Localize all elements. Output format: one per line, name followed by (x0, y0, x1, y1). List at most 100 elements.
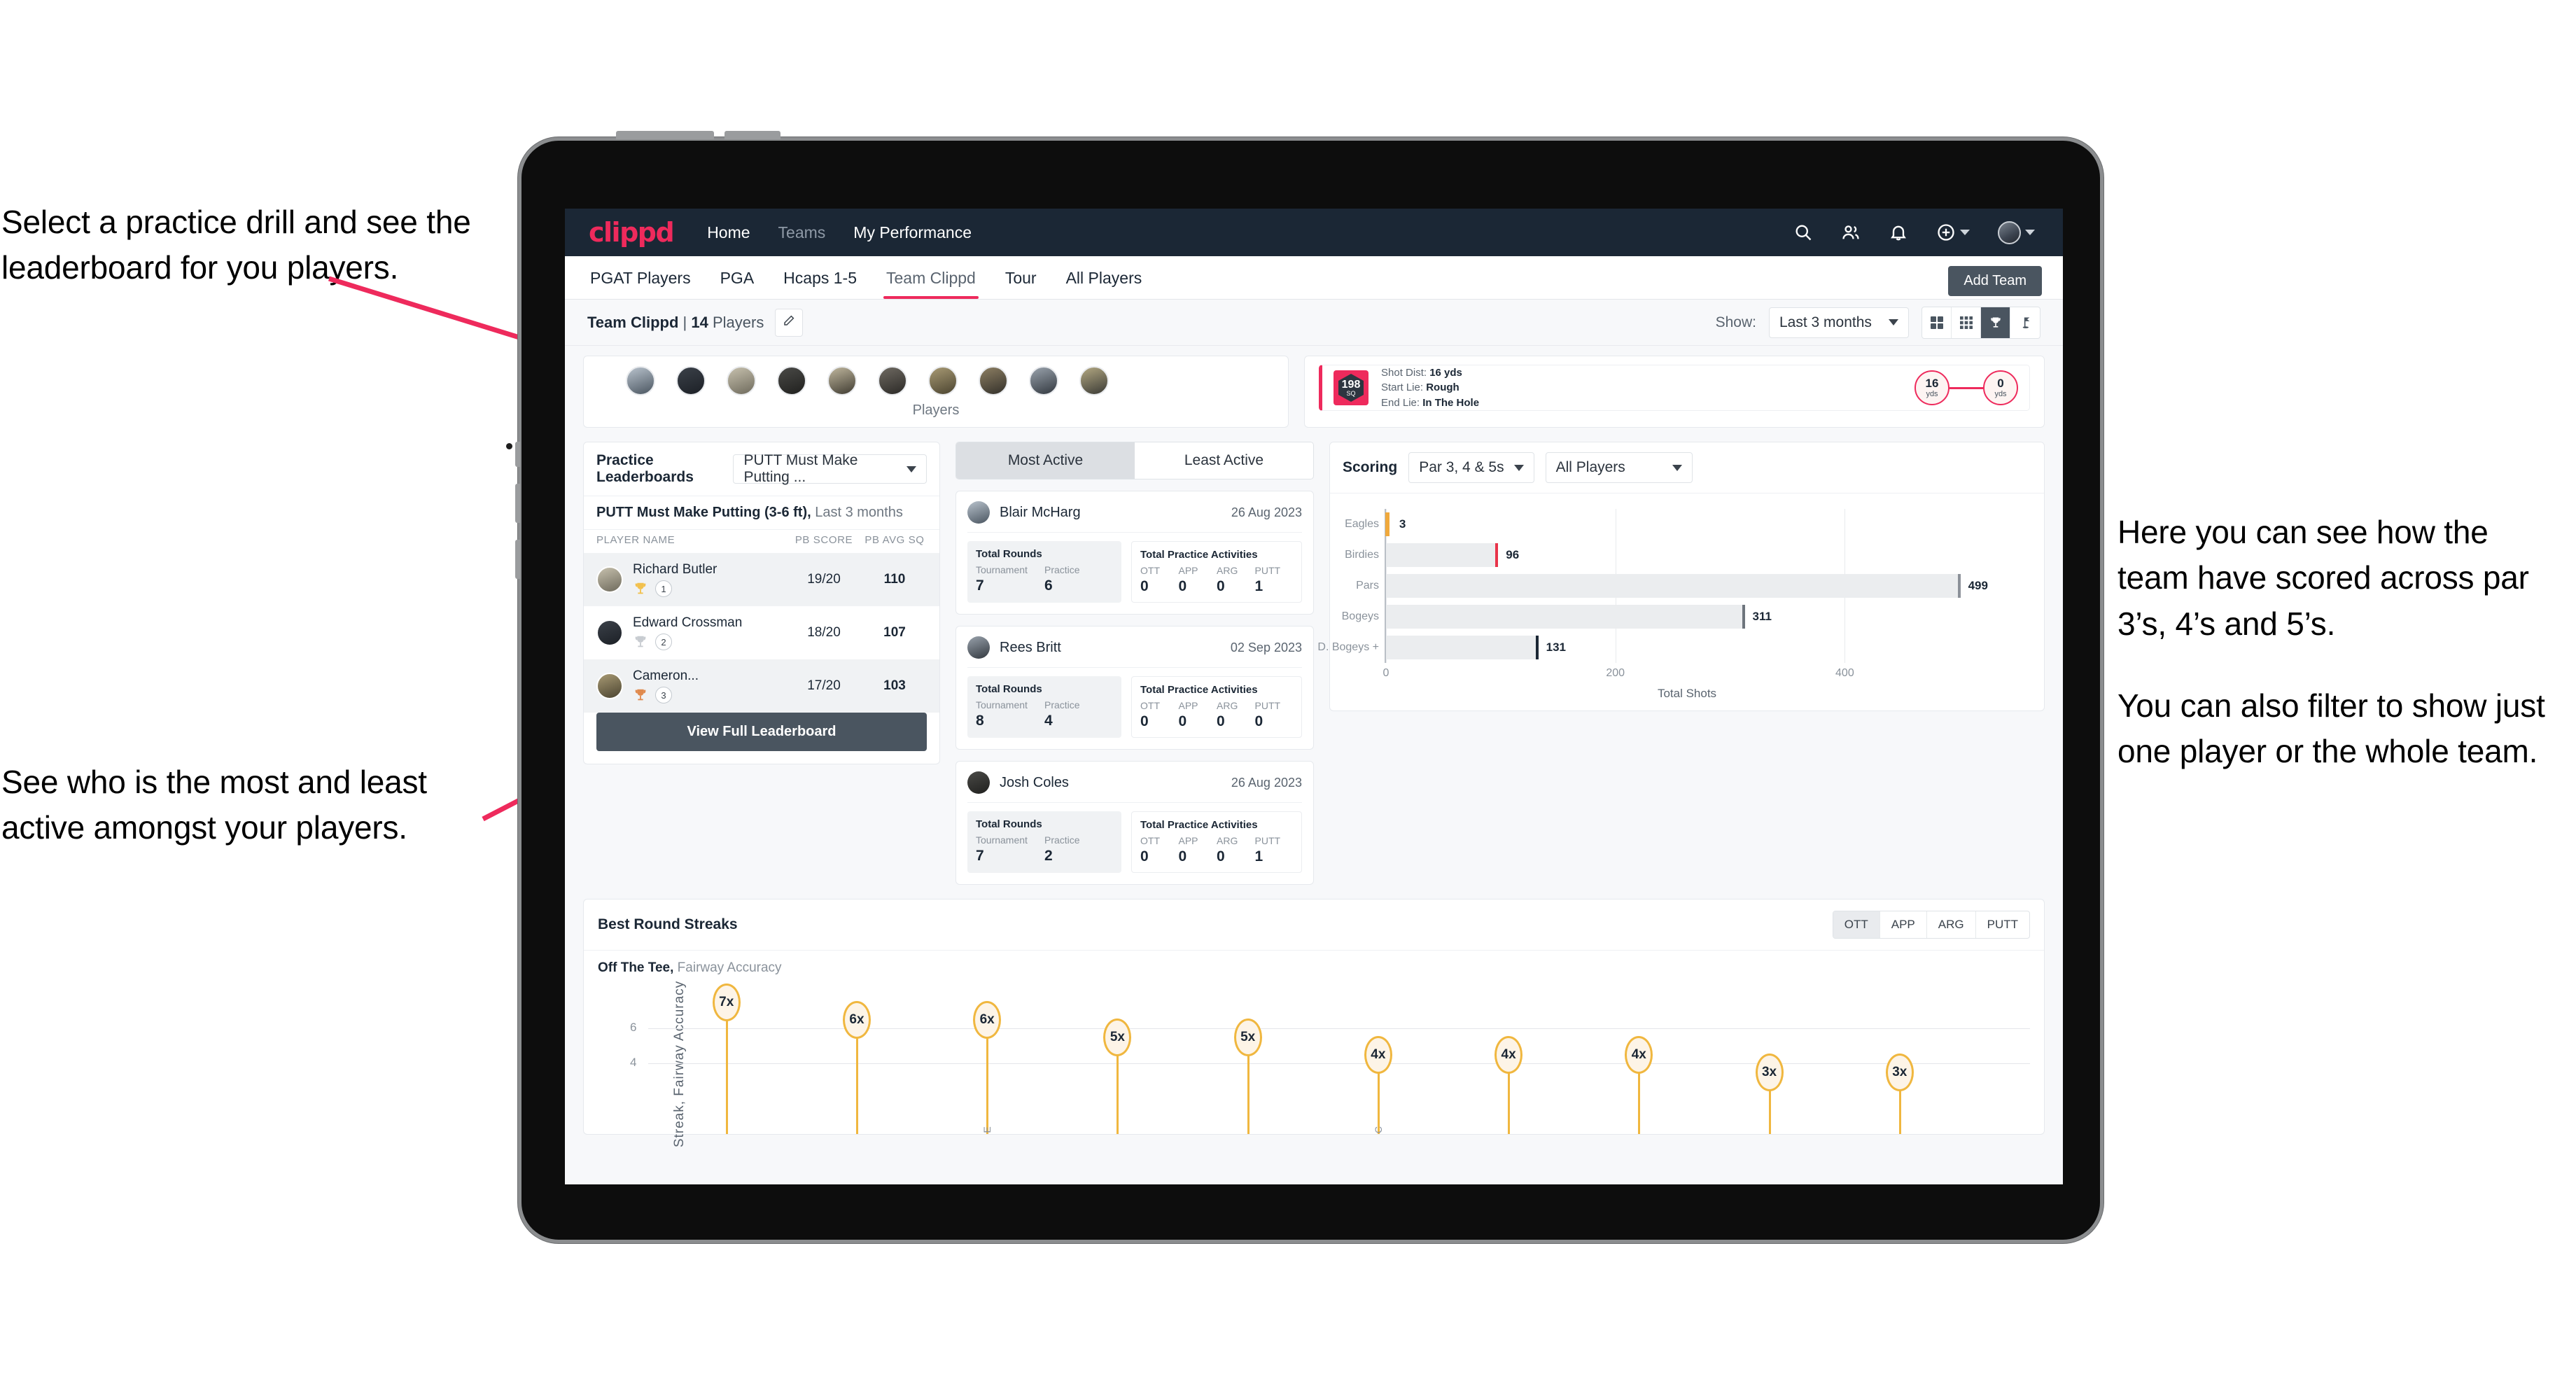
plus-circle-icon[interactable] (1936, 223, 1956, 242)
shot-start-distance: 16 yds (1914, 370, 1949, 405)
rounds-values: Tournament 7 Practice 6 (976, 564, 1113, 594)
grid-small-icon[interactable] (1952, 307, 1981, 338)
table-row[interactable]: Cameron... 3 17/20 103 (584, 659, 939, 713)
list-item[interactable]: Blair McHarg 26 Aug 2023 Total Rounds To… (955, 491, 1314, 615)
practice-arg: ARG 0 (1217, 835, 1255, 865)
bar-cap (1385, 512, 1390, 536)
tab-all-players[interactable]: All Players (1063, 256, 1145, 299)
trophy-icon[interactable] (1981, 307, 2010, 338)
tab-most-active[interactable]: Most Active (956, 442, 1135, 479)
practice-app-label: APP (1178, 835, 1198, 846)
streak-value-bubble: 4x (1625, 1036, 1653, 1074)
streak-value-bubble: 3x (1885, 1054, 1914, 1091)
people-icon[interactable] (1841, 223, 1861, 242)
practice-activities-title: Total Practice Activities (1140, 549, 1258, 561)
add-team-button[interactable]: Add Team (1948, 266, 2042, 296)
date-range-select[interactable]: Last 3 months (1769, 307, 1909, 338)
avatar[interactable] (827, 366, 857, 396)
avatar[interactable] (626, 366, 655, 396)
streaks-sub-light: Fairway Accuracy (677, 960, 782, 975)
start-lie-label: Start Lie: (1381, 382, 1424, 394)
toggle-app[interactable]: APP (1880, 911, 1927, 938)
rounds-practice: Practice 2 (1044, 834, 1113, 864)
practice-arg-value: 0 (1217, 578, 1225, 594)
bar-cap (1742, 605, 1745, 629)
bell-icon[interactable] (1889, 223, 1908, 242)
par-filter-select[interactable]: Par 3, 4 & 5s (1408, 452, 1534, 483)
scoring-bar-chart: 0 200 400 Eagles 3 Birdies 96 Pars 499 Bogeys 311 D… (1317, 509, 1988, 679)
total-rounds-box: Total Rounds Tournament 7 Practice 2 (967, 811, 1121, 873)
tab-pga[interactable]: PGA (718, 256, 757, 299)
practice-values: OTT 0 APP 0 ARG 0 PUTT 1 (1140, 565, 1293, 595)
shot-quality-badge: 198 SQ (1334, 370, 1368, 405)
toggle-arg[interactable]: ARG (1927, 911, 1976, 938)
lollipop-stem (1638, 1064, 1641, 1134)
rounds-practice: Practice 6 (1044, 564, 1113, 594)
avatar[interactable] (878, 366, 907, 396)
clippd-logo[interactable]: clippd (589, 217, 675, 248)
y-axis-tick: 4 (630, 1056, 637, 1069)
shot-row[interactable]: 198 SQ Shot Dist: 16 yds Start Lie: Roug… (1319, 365, 2030, 411)
rounds-practice-label: Practice (1044, 834, 1080, 846)
drill-select[interactable]: PUTT Must Make Putting ... (733, 452, 927, 485)
practice-activities-title: Total Practice Activities (1140, 684, 1258, 696)
avatar[interactable] (979, 366, 1008, 396)
player-name: Blair McHarg (1000, 504, 1081, 520)
streak-value-bubble: 5x (1103, 1018, 1132, 1056)
total-rounds-box: Total Rounds Tournament 8 Practice 4 (967, 676, 1121, 738)
total-rounds-title: Total Rounds (976, 548, 1042, 560)
avatar[interactable] (1079, 366, 1109, 396)
table-row[interactable]: Richard Butler 1 19/20 110 (584, 553, 939, 606)
avatar[interactable] (1998, 220, 2021, 244)
tab-least-active[interactable]: Least Active (1135, 442, 1313, 479)
rank-badge: 2 (655, 634, 672, 650)
leaderboard-subtitle: PUTT Must Make Putting (3-6 ft), Last 3 … (584, 496, 939, 529)
player-filter-value: All Players (1555, 459, 1625, 475)
nav-link-home[interactable]: Home (707, 223, 750, 242)
add-menu[interactable] (1936, 223, 1970, 242)
avatar[interactable] (928, 366, 958, 396)
top-row: Players 198 SQ Shot Dist: 16 yds Start L… (583, 356, 2045, 428)
table-row: Birdies 96 (1345, 543, 1982, 567)
nav-link-teams[interactable]: Teams (778, 223, 826, 242)
streak-value-bubble: 4x (1364, 1036, 1392, 1074)
avatar (596, 566, 623, 593)
avatar[interactable] (676, 366, 706, 396)
toggle-putt[interactable]: PUTT (1976, 911, 2029, 938)
player-badges: 1 (633, 580, 785, 597)
toggle-ott[interactable]: OTT (1833, 911, 1880, 938)
flag-icon[interactable] (2010, 307, 2040, 338)
shot-dist-label: Shot Dist: (1381, 367, 1427, 379)
avatar[interactable] (727, 366, 756, 396)
view-full-leaderboard-button[interactable]: View Full Leaderboard (596, 713, 927, 751)
nav-link-my-performance[interactable]: My Performance (853, 223, 972, 242)
avatar[interactable] (1029, 366, 1058, 396)
tab-team-clippd[interactable]: Team Clippd (883, 256, 979, 299)
streak-value-bubble: 6x (842, 1001, 871, 1039)
y-axis-label: Birdies (1345, 549, 1379, 561)
annotation-right-line1: Here you can see how the team have score… (2118, 514, 2529, 642)
app-screen: clippd Home Teams My Performance PGAT Pl… (565, 209, 2063, 1184)
list-item[interactable]: Josh Coles 26 Aug 2023 Total Rounds Tour… (955, 761, 1314, 885)
leaderboard-range: Last 3 months (815, 505, 903, 520)
player-filter-select[interactable]: All Players (1545, 452, 1693, 483)
edit-team-button[interactable] (775, 308, 804, 337)
player-badges: 2 (633, 634, 785, 650)
tab-hcaps-1-5[interactable]: Hcaps 1-5 (780, 256, 860, 299)
list-item[interactable]: Rees Britt 02 Sep 2023 Total Rounds Tour… (955, 626, 1314, 750)
chevron-down-icon (1960, 230, 1970, 235)
y-axis-label: Pars (1356, 580, 1379, 592)
player-badges: 3 (633, 687, 785, 704)
leaderboard-player: Richard Butler 1 (633, 562, 785, 597)
scoring-x-axis-title: Total Shots (1657, 687, 1717, 700)
practice-app: APP 0 (1179, 565, 1217, 595)
table-row[interactable]: Edward Crossman 2 18/20 107 (584, 606, 939, 659)
search-icon[interactable] (1793, 223, 1813, 242)
practice-ott-value: 0 (1140, 578, 1149, 594)
tab-tour[interactable]: Tour (1002, 256, 1040, 299)
practice-ott-label: OTT (1140, 835, 1160, 846)
grid-large-icon[interactable] (1922, 307, 1952, 338)
tab-pgat-players[interactable]: PGAT Players (587, 256, 694, 299)
avatar[interactable] (777, 366, 806, 396)
account-menu[interactable] (1998, 220, 2035, 244)
